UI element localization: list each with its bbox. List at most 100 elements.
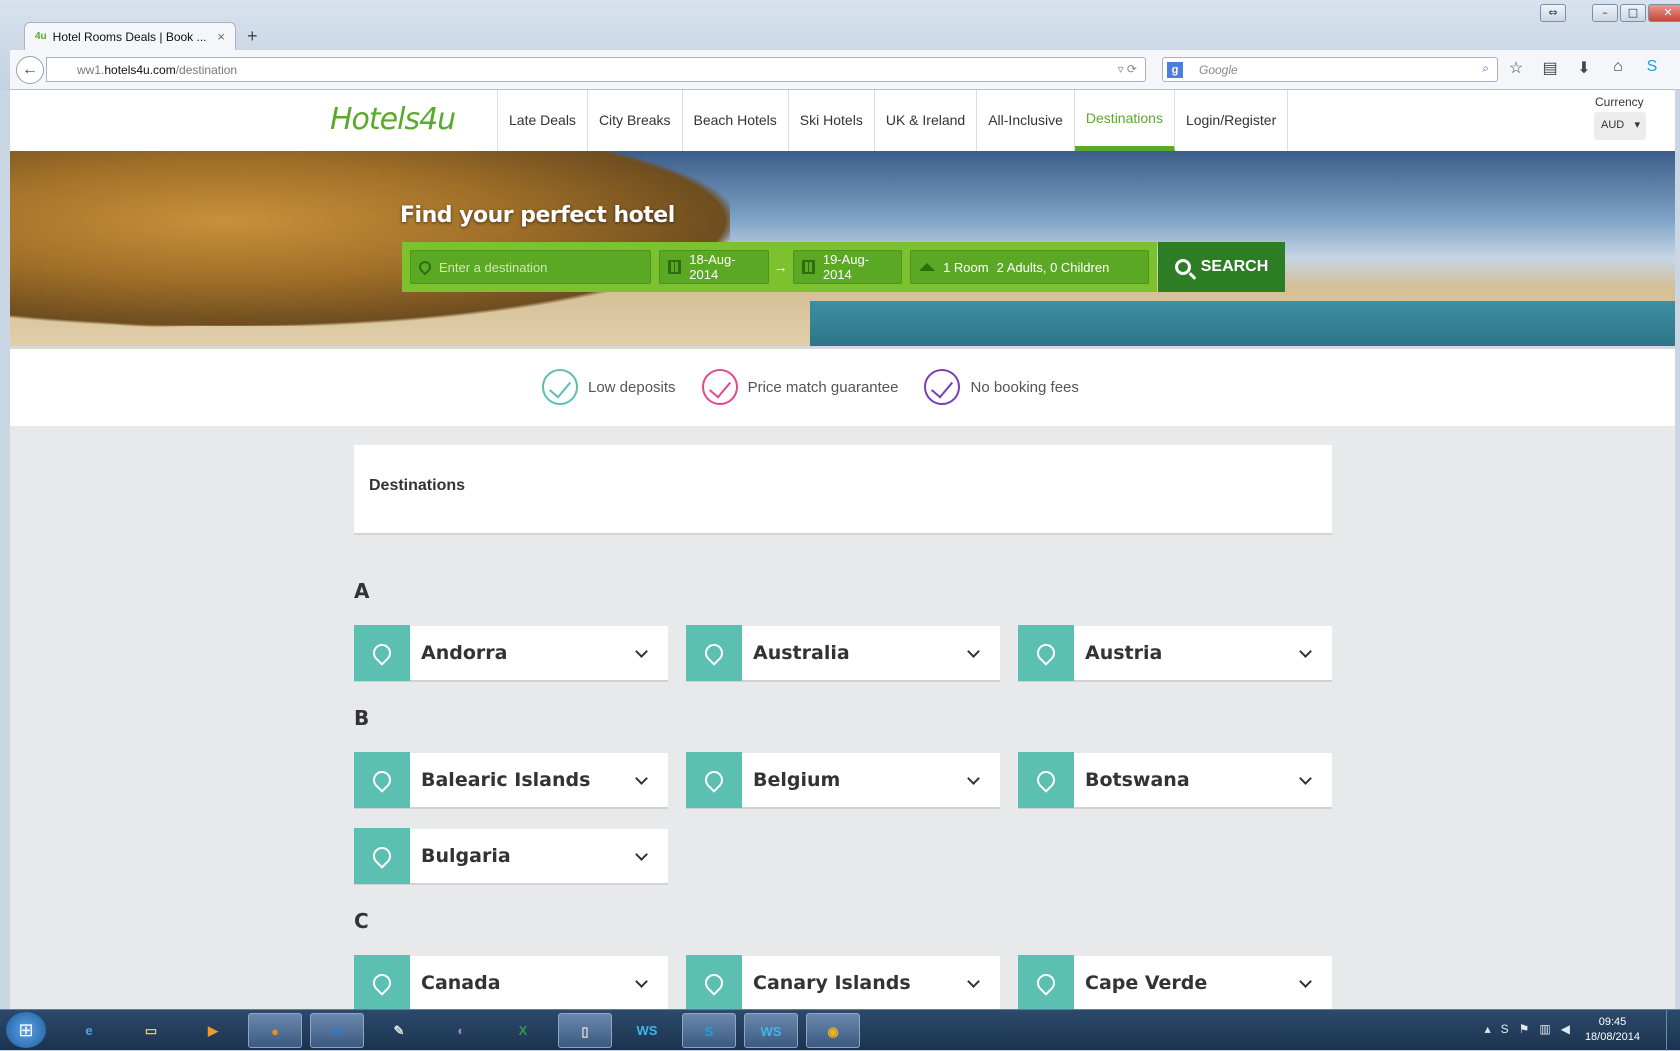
bookmark-star-icon[interactable]: ☆ (1506, 58, 1526, 78)
clock-time: 09:45 (1598, 1016, 1627, 1028)
destination-name: Canary Islands (753, 972, 911, 994)
hotel-search-form: Enter a destination 18-Aug-2014 → 19-Aug… (402, 242, 1157, 292)
destination-card-andorra[interactable]: Andorra (354, 625, 668, 682)
hero-cliff (10, 151, 730, 326)
minimize-button[interactable]: – (1592, 4, 1618, 22)
tab-close-icon[interactable]: × (217, 29, 225, 44)
check-circle-icon (542, 369, 578, 405)
arrow-right-icon: → (773, 259, 788, 275)
tray-skype-icon[interactable]: S (1501, 1022, 1509, 1036)
site-header: Hotels4u Late Deals City Breaks Beach Ho… (10, 90, 1675, 151)
window-controls: ⇔ (1540, 4, 1566, 26)
flag-icon[interactable]: ⚑ (1519, 1022, 1530, 1036)
usp-label: Low deposits (588, 378, 676, 396)
restore-down-icon[interactable]: ⇔ (1540, 4, 1566, 22)
url-prefix: ww1. (77, 63, 105, 77)
destination-card-balearic-islands[interactable]: Balearic Islands (354, 752, 668, 809)
show-desktop-button[interactable] (1666, 1010, 1680, 1051)
main-nav: Late Deals City Breaks Beach Hotels Ski … (497, 90, 1289, 151)
eclipse-icon[interactable]: ◐ (434, 1013, 488, 1048)
media-player-icon[interactable]: ▶ (186, 1013, 240, 1048)
destination-placeholder: Enter a destination (439, 259, 548, 275)
hero-banner: Find your perfect hotel Enter a destinat… (10, 151, 1675, 346)
firefox-icon[interactable]: ● (248, 1013, 302, 1048)
tray-expand-icon[interactable]: ▴ (1485, 1022, 1491, 1036)
destination-name: Austria (1085, 642, 1163, 664)
webstorm-icon-2[interactable]: WS (744, 1013, 798, 1048)
url-domain: hotels4u.com (104, 63, 176, 77)
destination-card-canary-islands[interactable]: Canary Islands (686, 955, 1000, 1009)
house-icon (919, 263, 936, 271)
nav-beach-hotels[interactable]: Beach Hotels (683, 90, 789, 151)
new-tab-button[interactable]: + (247, 26, 258, 47)
start-button[interactable]: ⊞ (6, 1012, 46, 1048)
nav-uk-ireland[interactable]: UK & Ireland (875, 90, 978, 151)
location-pin-icon (686, 625, 742, 681)
network-icon[interactable]: ▥ (1539, 1022, 1550, 1036)
chevron-down-icon (1299, 771, 1312, 785)
hotels4u-logo[interactable]: Hotels4u (330, 102, 456, 137)
webstorm-icon[interactable]: WS (620, 1013, 674, 1048)
browser-tab[interactable]: 4u Hotel Rooms Deals | Book ... × (24, 22, 236, 50)
nav-login-register[interactable]: Login/Register (1175, 90, 1289, 151)
outlook-icon[interactable]: O (310, 1013, 364, 1048)
web-search-input[interactable]: g Google ⌕ (1162, 57, 1498, 82)
nav-city-breaks[interactable]: City Breaks (588, 90, 683, 151)
destination-input[interactable]: Enter a destination (410, 250, 651, 284)
search-icon[interactable]: ⌕ (1482, 61, 1489, 76)
chevron-down-icon (635, 974, 648, 988)
destination-name: Bulgaria (421, 845, 511, 867)
checkout-date[interactable]: 19-Aug-2014 (792, 250, 903, 284)
search-engine-placeholder: Google (1199, 63, 1238, 77)
nav-late-deals[interactable]: Late Deals (498, 90, 588, 151)
address-bar[interactable]: ww1.hotels4u.com/destination ▿ ⟳ (46, 57, 1146, 82)
destination-card-bulgaria[interactable]: Bulgaria (354, 828, 668, 885)
home-icon[interactable]: ⌂ (1608, 58, 1628, 78)
usp-no-fees: No booking fees (924, 369, 1079, 405)
page-title: Destinations (369, 477, 466, 494)
back-button[interactable]: ← (16, 56, 44, 84)
search-button-label: SEARCH (1200, 258, 1269, 275)
chevron-down-icon (967, 974, 980, 988)
reload-icon[interactable]: ▿ ⟳ (1118, 62, 1137, 76)
nav-destinations[interactable]: Destinations (1074, 90, 1175, 151)
check-circle-icon (701, 369, 738, 405)
currency-select[interactable]: AUD (1594, 112, 1646, 140)
checkin-date[interactable]: 18-Aug-2014 (658, 250, 769, 284)
chevron-down-icon (967, 771, 980, 785)
destination-card-botswana[interactable]: Botswana (1018, 752, 1332, 809)
paint-icon[interactable]: ✎ (372, 1013, 426, 1048)
nav-ski-hotels[interactable]: Ski Hotels (789, 90, 875, 151)
chrome-icon[interactable]: ◉ (806, 1013, 860, 1048)
maximize-button[interactable]: □ (1620, 4, 1646, 22)
destination-name: Canada (421, 972, 501, 994)
menu-icon[interactable]: ≡ (1676, 58, 1680, 78)
search-button[interactable]: SEARCH (1158, 242, 1285, 292)
location-pin-icon (686, 752, 742, 808)
system-clock[interactable]: 09:45 18/08/2014 (1585, 1015, 1640, 1045)
destination-card-australia[interactable]: Australia (686, 625, 1000, 682)
volume-icon[interactable]: ◀ (1561, 1022, 1570, 1036)
chevron-down-icon (635, 847, 648, 861)
destination-name: Balearic Islands (421, 769, 591, 791)
ie-icon[interactable]: e (62, 1013, 116, 1048)
downloads-icon[interactable]: ⬇ (1574, 58, 1594, 78)
nav-all-inclusive[interactable]: All-Inclusive (977, 90, 1075, 151)
close-window-button[interactable]: ✕ (1648, 4, 1680, 22)
excel-icon[interactable]: X (496, 1013, 550, 1048)
skype-icon[interactable]: S (682, 1013, 736, 1048)
rooms-guests-selector[interactable]: 1 Room 2 Adults, 0 Children (910, 250, 1149, 284)
explorer-icon[interactable]: ▭ (124, 1013, 178, 1048)
destination-card-austria[interactable]: Austria (1018, 625, 1332, 682)
check-circle-icon (924, 369, 961, 405)
chevron-down-icon (1299, 644, 1312, 658)
destination-card-belgium[interactable]: Belgium (686, 752, 1000, 809)
destination-card-canada[interactable]: Canada (354, 955, 668, 1009)
cmd-icon[interactable]: ▯ (558, 1013, 612, 1048)
bookmarks-list-icon[interactable]: ▤ (1540, 58, 1560, 78)
destinations-header-box: Destinations (354, 445, 1332, 535)
destination-card-cape-verde[interactable]: Cape Verde (1018, 955, 1332, 1009)
letter-heading-c: C (354, 909, 369, 933)
skype-addon-icon[interactable]: S (1642, 58, 1662, 78)
destination-name: Cape Verde (1085, 972, 1208, 994)
